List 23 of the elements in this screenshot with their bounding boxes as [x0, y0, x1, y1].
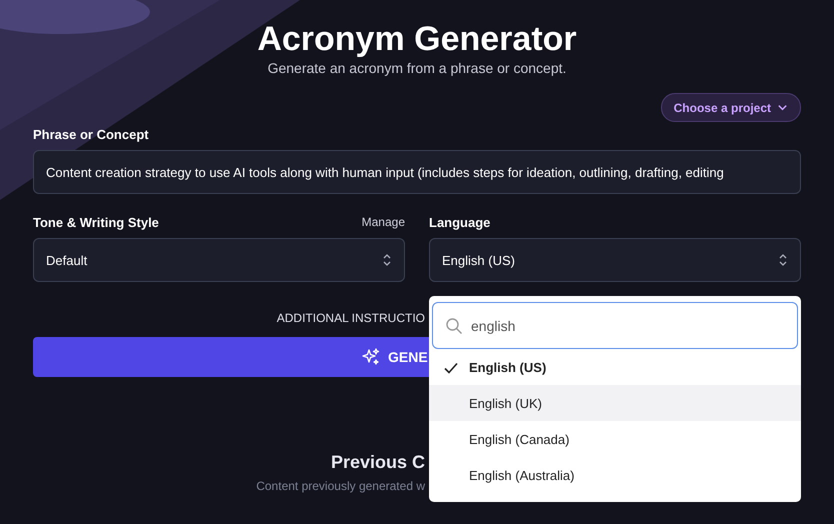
choose-project-button[interactable]: Choose a project	[660, 93, 801, 122]
up-down-icon	[778, 253, 788, 267]
page-subtitle: Generate an acronym from a phrase or concept.	[266, 60, 568, 76]
field-label: Tone & Writing Style	[33, 214, 159, 230]
language-option[interactable]: English (Australia)	[429, 457, 801, 493]
field-label: Language	[429, 214, 490, 230]
up-down-icon	[382, 253, 392, 267]
search-field[interactable]: english	[432, 302, 798, 349]
check-icon	[443, 360, 459, 376]
field-label: Phrase or Concept	[33, 127, 150, 142]
sparkles-icon	[361, 347, 381, 367]
tone-select[interactable]: Default	[33, 238, 405, 282]
phrase-field[interactable]: Content creation strategy to use AI tools along with human input (includes steps for ideation, outlining, drafting, editing	[33, 150, 801, 194]
section-title: Previous C	[330, 452, 425, 473]
language-select[interactable]: English (US)	[429, 238, 801, 282]
page-title: Acronym Generator	[256, 19, 578, 60]
language-option[interactable]: English (UK)	[429, 385, 801, 421]
section-subtitle: Content previously generated w	[256, 479, 425, 493]
search-icon	[445, 316, 463, 334]
manage-link[interactable]: Manage	[362, 215, 405, 229]
language-option[interactable]: English (Canada)	[429, 421, 801, 457]
chevron-down-icon	[777, 102, 788, 113]
additional-instructions-toggle[interactable]: ADDITIONAL INSTRUCTIO	[276, 311, 425, 325]
